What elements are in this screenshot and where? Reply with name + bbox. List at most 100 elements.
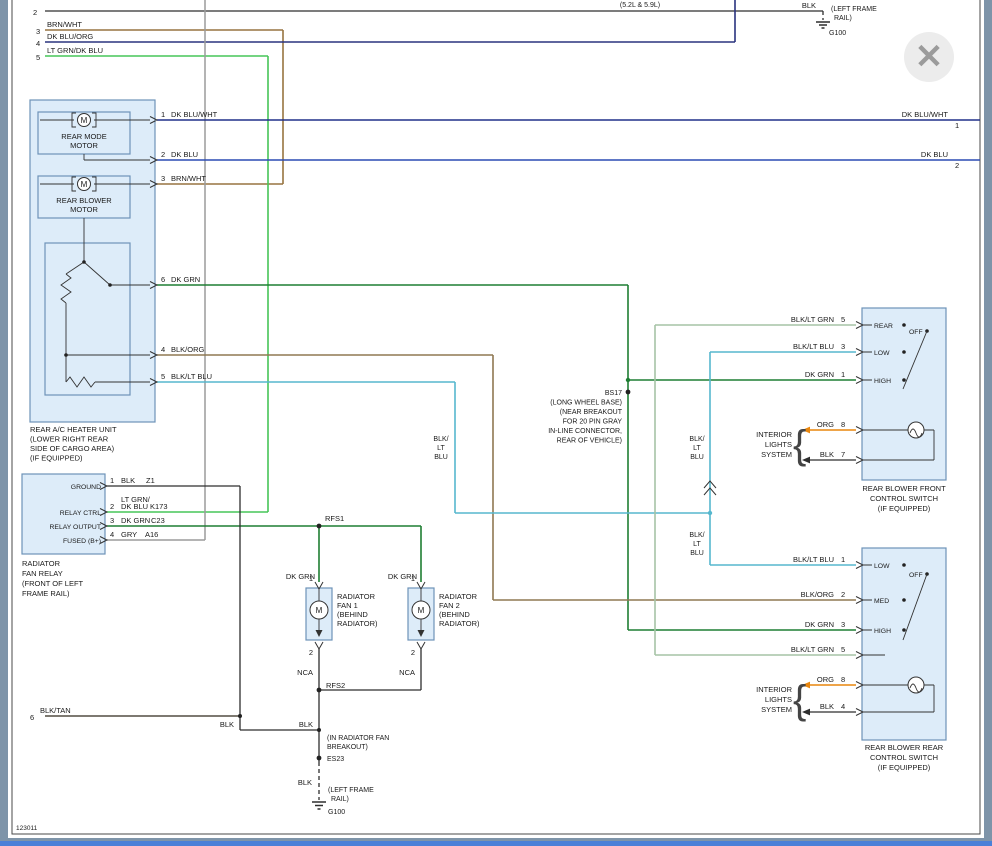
wire-color-label: DK BLU/ORG: [47, 32, 93, 41]
splice-location: BREAKOUT): [327, 744, 368, 751]
page-ref: 3: [36, 27, 40, 36]
pin-number: 4: [110, 530, 114, 539]
pin-number: 7: [841, 450, 845, 459]
pin-number: 3: [110, 516, 114, 525]
wiring-diagram-viewer: 123011: [0, 0, 992, 846]
wire-color-label: BLK: [299, 720, 313, 729]
close-button[interactable]: ✕: [904, 32, 954, 82]
component-caption: (IF EQUIPPED): [878, 763, 931, 772]
wire-color-label: DK BLU/WHT: [171, 110, 218, 119]
pin-number: 1: [841, 555, 845, 564]
wire-color-label: BLK/LT GRN: [791, 645, 834, 654]
component-caption: FAN 2: [439, 601, 460, 610]
brace-icon: {: [793, 678, 806, 722]
component-caption: (BEHIND: [439, 610, 470, 619]
wire-color-label: BLK/LT BLU: [793, 342, 834, 351]
component-caption: REAR BLOWER REAR: [865, 743, 944, 752]
diagram-canvas: 123011: [0, 0, 992, 846]
wire-color-label: BLK/: [689, 532, 704, 539]
wire-color-label: BLK: [121, 476, 135, 485]
motor-letter: M: [418, 606, 425, 615]
relay-row-label: GROUND: [71, 484, 101, 491]
component-caption: FAN 1: [337, 601, 358, 610]
wire-color-label: LT: [437, 445, 445, 452]
component-caption: SIDE OF CARGO AREA): [30, 444, 115, 453]
splice-location: (IN RADIATOR FAN: [327, 735, 389, 742]
motor-letter: M: [81, 116, 88, 125]
page-ref: 5: [36, 53, 40, 62]
blower-motor-label: REAR BLOWER: [56, 196, 112, 205]
wire-color-label: BLK/ORG: [171, 345, 205, 354]
pin-number: 1: [161, 110, 165, 119]
switch-position-label: LOW: [874, 563, 890, 570]
bottom-accent-strip: [0, 841, 992, 846]
circuit-id: A16: [145, 530, 158, 539]
page-ref: 2: [955, 161, 959, 170]
sheet-id: 123011: [16, 825, 38, 832]
pin-number: 5: [841, 315, 845, 324]
wire-color-label: BLK: [220, 720, 234, 729]
page-ref: 6: [30, 713, 34, 722]
wire-color-label: BLK/: [689, 436, 704, 443]
rear-blower-rear-control-switch: LOW MED HIGH OFF REAR BLOWER REAR CONTRO…: [856, 548, 946, 772]
mode-motor-label: REAR MODE: [61, 132, 106, 141]
pin-number: 2: [110, 502, 114, 511]
wire-color-label: ORG: [817, 675, 834, 684]
ground-location: (LEFT FRAME: [328, 787, 374, 794]
wire-color-label: BLK/LT GRN: [791, 315, 834, 324]
wire-color-label: DK GRN: [121, 516, 150, 525]
wire-color-label: DK BLU: [171, 150, 198, 159]
pin-number: 2: [309, 648, 313, 657]
pin-number: 5: [841, 645, 845, 654]
wire-color-label: DK GRN: [286, 572, 315, 581]
splice-label: RFS1: [325, 514, 344, 523]
pin-number: 6: [161, 275, 165, 284]
splice-label: BS17: [605, 390, 622, 397]
wire-color-label: BLK: [820, 702, 834, 711]
wire-color-label: BLK/TAN: [40, 706, 71, 715]
ground-location: RAIL): [834, 15, 852, 22]
component-caption: RADIATOR): [337, 619, 378, 628]
interior-lights-label: SYSTEM: [761, 450, 792, 459]
wire-color-label: NCA: [297, 668, 313, 677]
wire-color-label: DK BLU: [121, 502, 148, 511]
interior-lights-label: LIGHTS: [765, 440, 792, 449]
component-caption: (FRONT OF LEFT: [22, 579, 84, 588]
wire-color-label: NCA: [399, 668, 415, 677]
switch-position-label: OFF: [909, 572, 923, 579]
wire-color-label: DK GRN: [805, 370, 834, 379]
switch-position-label: MED: [874, 598, 889, 605]
switch-position-label: REAR: [874, 323, 893, 330]
blower-motor-label: MOTOR: [70, 205, 98, 214]
ground-location: RAIL): [331, 796, 349, 803]
page-ref: 2: [33, 8, 37, 17]
motor-letter: M: [81, 180, 88, 189]
wire-color-label: LT GRN/DK BLU: [47, 46, 103, 55]
component-caption: FRAME RAIL): [22, 589, 70, 598]
pin-number: 1: [110, 476, 114, 485]
component-caption: (LOWER RIGHT REAR: [30, 435, 109, 444]
wire-color-label: BLK: [820, 450, 834, 459]
brace-icon: {: [793, 423, 806, 467]
interior-lights-label: INTERIOR: [756, 685, 792, 694]
circuit-id: K173: [150, 502, 168, 511]
ground-name: G100: [829, 30, 846, 37]
wire-color-label: DK GRN: [805, 620, 834, 629]
component-caption: CONTROL SWITCH: [870, 753, 938, 762]
pin-number: 4: [161, 345, 165, 354]
relay-row-label: FUSED (B+): [63, 538, 101, 545]
component-caption: CONTROL SWITCH: [870, 494, 938, 503]
pin-number: 3: [161, 174, 165, 183]
wire-color-label: LT: [693, 445, 701, 452]
splice-location: (NEAR BREAKOUT: [560, 409, 623, 416]
splice-label: RFS2: [326, 681, 345, 690]
mode-motor-label: MOTOR: [70, 141, 98, 150]
wire-color-label: DK BLU: [921, 150, 948, 159]
interior-lights-label: LIGHTS: [765, 695, 792, 704]
pin-number: 2: [161, 150, 165, 159]
ground-name: G100: [328, 809, 345, 816]
pin-number: 8: [841, 675, 845, 684]
wire-color-label: BLK: [802, 1, 816, 10]
switch-position-label: OFF: [909, 329, 923, 336]
ground-location: (LEFT FRAME: [831, 6, 877, 13]
